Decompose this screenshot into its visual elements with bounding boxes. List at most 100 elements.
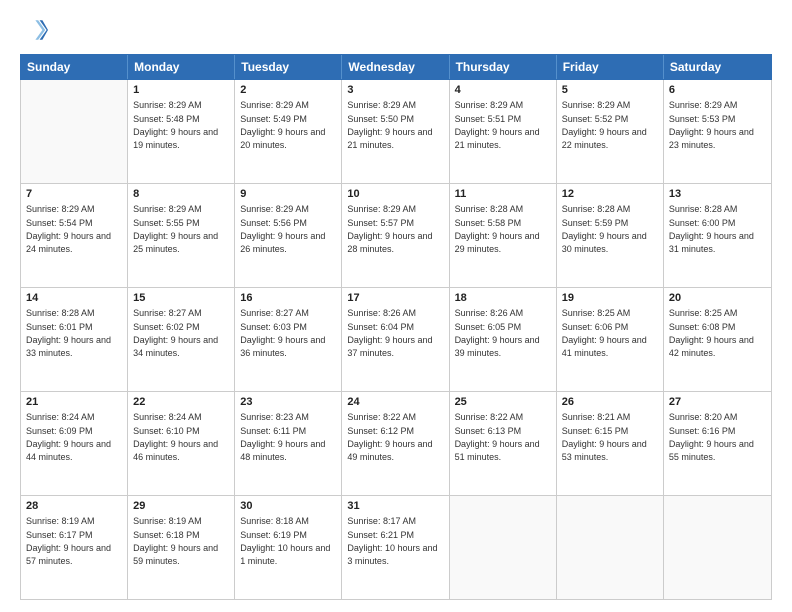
weekday-header: Saturday xyxy=(664,55,771,79)
cell-info: Sunrise: 8:21 AMSunset: 6:15 PMDaylight:… xyxy=(562,412,647,462)
calendar-cell: 5Sunrise: 8:29 AMSunset: 5:52 PMDaylight… xyxy=(557,80,664,183)
calendar-cell: 28 Sunrise: 8:19 AMSunset: 6:17 PMDayligh… xyxy=(21,496,128,599)
calendar-cell: 21 Sunrise: 8:24 AMSunset: 6:09 PMDayligh… xyxy=(21,392,128,495)
day-number: 16 xyxy=(240,291,336,306)
cell-info: Sunrise: 8:29 AMSunset: 5:54 PMDaylight:… xyxy=(26,204,111,254)
calendar-cell: 2Sunrise: 8:29 AMSunset: 5:49 PMDaylight… xyxy=(235,80,342,183)
weekday-header: Thursday xyxy=(450,55,557,79)
calendar-cell: 13 Sunrise: 8:28 AMSunset: 6:00 PMDayligh… xyxy=(664,184,771,287)
day-number: 23 xyxy=(240,395,336,410)
calendar-cell: 24 Sunrise: 8:22 AMSunset: 6:12 PMDayligh… xyxy=(342,392,449,495)
cell-info: Sunrise: 8:20 AMSunset: 6:16 PMDaylight:… xyxy=(669,412,754,462)
calendar-cell: 9 Sunrise: 8:29 AMSunset: 5:56 PMDaylight… xyxy=(235,184,342,287)
cell-info: Sunrise: 8:24 AMSunset: 6:09 PMDaylight:… xyxy=(26,412,111,462)
calendar-cell: 27 Sunrise: 8:20 AMSunset: 6:16 PMDayligh… xyxy=(664,392,771,495)
day-number: 3 xyxy=(347,83,443,98)
day-number: 24 xyxy=(347,395,443,410)
cell-info: Sunrise: 8:28 AMSunset: 5:58 PMDaylight:… xyxy=(455,204,540,254)
logo-icon xyxy=(20,16,48,44)
day-number: 6 xyxy=(669,83,766,98)
calendar-cell: 30 Sunrise: 8:18 AMSunset: 6:19 PMDayligh… xyxy=(235,496,342,599)
logo xyxy=(20,16,52,44)
day-number: 19 xyxy=(562,291,658,306)
cell-info: Sunrise: 8:29 AMSunset: 5:57 PMDaylight:… xyxy=(347,204,432,254)
day-number: 30 xyxy=(240,499,336,514)
calendar-cell: 3 Sunrise: 8:29 AMSunset: 5:50 PMDaylight… xyxy=(342,80,449,183)
calendar-row: 7 Sunrise: 8:29 AMSunset: 5:54 PMDaylight… xyxy=(21,184,771,288)
cell-info: Sunrise: 8:29 AMSunset: 5:51 PMDaylight:… xyxy=(455,100,540,150)
calendar-cell: 11 Sunrise: 8:28 AMSunset: 5:58 PMDayligh… xyxy=(450,184,557,287)
cell-info: Sunrise: 8:19 AMSunset: 6:17 PMDaylight:… xyxy=(26,516,111,566)
cell-info: Sunrise: 8:18 AMSunset: 6:19 PMDaylight:… xyxy=(240,516,330,566)
day-number: 28 xyxy=(26,499,122,514)
calendar-cell: 23 Sunrise: 8:23 AMSunset: 6:11 PMDayligh… xyxy=(235,392,342,495)
day-number: 8 xyxy=(133,187,229,202)
cell-info: Sunrise: 8:17 AMSunset: 6:21 PMDaylight:… xyxy=(347,516,437,566)
cell-info: Sunrise: 8:27 AMSunset: 6:03 PMDaylight:… xyxy=(240,308,325,358)
day-number: 10 xyxy=(347,187,443,202)
calendar-row: 1Sunrise: 8:29 AMSunset: 5:48 PMDaylight… xyxy=(21,80,771,184)
weekday-header: Tuesday xyxy=(235,55,342,79)
calendar-cell: 8 Sunrise: 8:29 AMSunset: 5:55 PMDaylight… xyxy=(128,184,235,287)
cell-info: Sunrise: 8:29 AMSunset: 5:56 PMDaylight:… xyxy=(240,204,325,254)
calendar-cell xyxy=(557,496,664,599)
cell-info: Sunrise: 8:22 AMSunset: 6:13 PMDaylight:… xyxy=(455,412,540,462)
calendar-body: 1Sunrise: 8:29 AMSunset: 5:48 PMDaylight… xyxy=(20,80,772,600)
calendar-cell: 7 Sunrise: 8:29 AMSunset: 5:54 PMDaylight… xyxy=(21,184,128,287)
day-number: 14 xyxy=(26,291,122,306)
calendar-row: 28 Sunrise: 8:19 AMSunset: 6:17 PMDayligh… xyxy=(21,496,771,599)
calendar-cell: 17 Sunrise: 8:26 AMSunset: 6:04 PMDayligh… xyxy=(342,288,449,391)
day-number: 27 xyxy=(669,395,766,410)
header xyxy=(20,16,772,44)
cell-info: Sunrise: 8:26 AMSunset: 6:05 PMDaylight:… xyxy=(455,308,540,358)
day-number: 7 xyxy=(26,187,122,202)
calendar-cell: 4Sunrise: 8:29 AMSunset: 5:51 PMDaylight… xyxy=(450,80,557,183)
cell-info: Sunrise: 8:29 AMSunset: 5:52 PMDaylight:… xyxy=(562,100,647,150)
calendar: SundayMondayTuesdayWednesdayThursdayFrid… xyxy=(20,54,772,600)
day-number: 31 xyxy=(347,499,443,514)
cell-info: Sunrise: 8:27 AMSunset: 6:02 PMDaylight:… xyxy=(133,308,218,358)
day-number: 12 xyxy=(562,187,658,202)
day-number: 22 xyxy=(133,395,229,410)
cell-info: Sunrise: 8:29 AMSunset: 5:49 PMDaylight:… xyxy=(240,100,325,150)
cell-info: Sunrise: 8:29 AMSunset: 5:48 PMDaylight:… xyxy=(133,100,218,150)
cell-info: Sunrise: 8:23 AMSunset: 6:11 PMDaylight:… xyxy=(240,412,325,462)
cell-info: Sunrise: 8:25 AMSunset: 6:06 PMDaylight:… xyxy=(562,308,647,358)
calendar-cell: 1Sunrise: 8:29 AMSunset: 5:48 PMDaylight… xyxy=(128,80,235,183)
calendar-cell: 6 Sunrise: 8:29 AMSunset: 5:53 PMDaylight… xyxy=(664,80,771,183)
calendar-cell: 16 Sunrise: 8:27 AMSunset: 6:03 PMDayligh… xyxy=(235,288,342,391)
calendar-cell: 19 Sunrise: 8:25 AMSunset: 6:06 PMDayligh… xyxy=(557,288,664,391)
cell-info: Sunrise: 8:28 AMSunset: 6:00 PMDaylight:… xyxy=(669,204,754,254)
cell-info: Sunrise: 8:29 AMSunset: 5:55 PMDaylight:… xyxy=(133,204,218,254)
weekday-header: Sunday xyxy=(21,55,128,79)
day-number: 18 xyxy=(455,291,551,306)
calendar-cell: 10 Sunrise: 8:29 AMSunset: 5:57 PMDayligh… xyxy=(342,184,449,287)
cell-info: Sunrise: 8:28 AMSunset: 5:59 PMDaylight:… xyxy=(562,204,647,254)
cell-info: Sunrise: 8:22 AMSunset: 6:12 PMDaylight:… xyxy=(347,412,432,462)
calendar-header: SundayMondayTuesdayWednesdayThursdayFrid… xyxy=(20,54,772,80)
calendar-cell: 15Sunrise: 8:27 AMSunset: 6:02 PMDayligh… xyxy=(128,288,235,391)
cell-info: Sunrise: 8:25 AMSunset: 6:08 PMDaylight:… xyxy=(669,308,754,358)
day-number: 11 xyxy=(455,187,551,202)
calendar-cell: 31 Sunrise: 8:17 AMSunset: 6:21 PMDayligh… xyxy=(342,496,449,599)
weekday-header: Friday xyxy=(557,55,664,79)
day-number: 13 xyxy=(669,187,766,202)
cell-info: Sunrise: 8:26 AMSunset: 6:04 PMDaylight:… xyxy=(347,308,432,358)
cell-info: Sunrise: 8:29 AMSunset: 5:50 PMDaylight:… xyxy=(347,100,432,150)
day-number: 9 xyxy=(240,187,336,202)
calendar-cell: 20Sunrise: 8:25 AMSunset: 6:08 PMDayligh… xyxy=(664,288,771,391)
cell-info: Sunrise: 8:29 AMSunset: 5:53 PMDaylight:… xyxy=(669,100,754,150)
cell-info: Sunrise: 8:19 AMSunset: 6:18 PMDaylight:… xyxy=(133,516,218,566)
calendar-cell: 22Sunrise: 8:24 AMSunset: 6:10 PMDayligh… xyxy=(128,392,235,495)
weekday-header: Monday xyxy=(128,55,235,79)
calendar-cell: 14 Sunrise: 8:28 AMSunset: 6:01 PMDayligh… xyxy=(21,288,128,391)
calendar-cell: 26Sunrise: 8:21 AMSunset: 6:15 PMDayligh… xyxy=(557,392,664,495)
weekday-header: Wednesday xyxy=(342,55,449,79)
day-number: 29 xyxy=(133,499,229,514)
day-number: 17 xyxy=(347,291,443,306)
page: SundayMondayTuesdayWednesdayThursdayFrid… xyxy=(0,0,792,612)
day-number: 25 xyxy=(455,395,551,410)
day-number: 21 xyxy=(26,395,122,410)
calendar-cell: 29 Sunrise: 8:19 AMSunset: 6:18 PMDayligh… xyxy=(128,496,235,599)
cell-info: Sunrise: 8:28 AMSunset: 6:01 PMDaylight:… xyxy=(26,308,111,358)
